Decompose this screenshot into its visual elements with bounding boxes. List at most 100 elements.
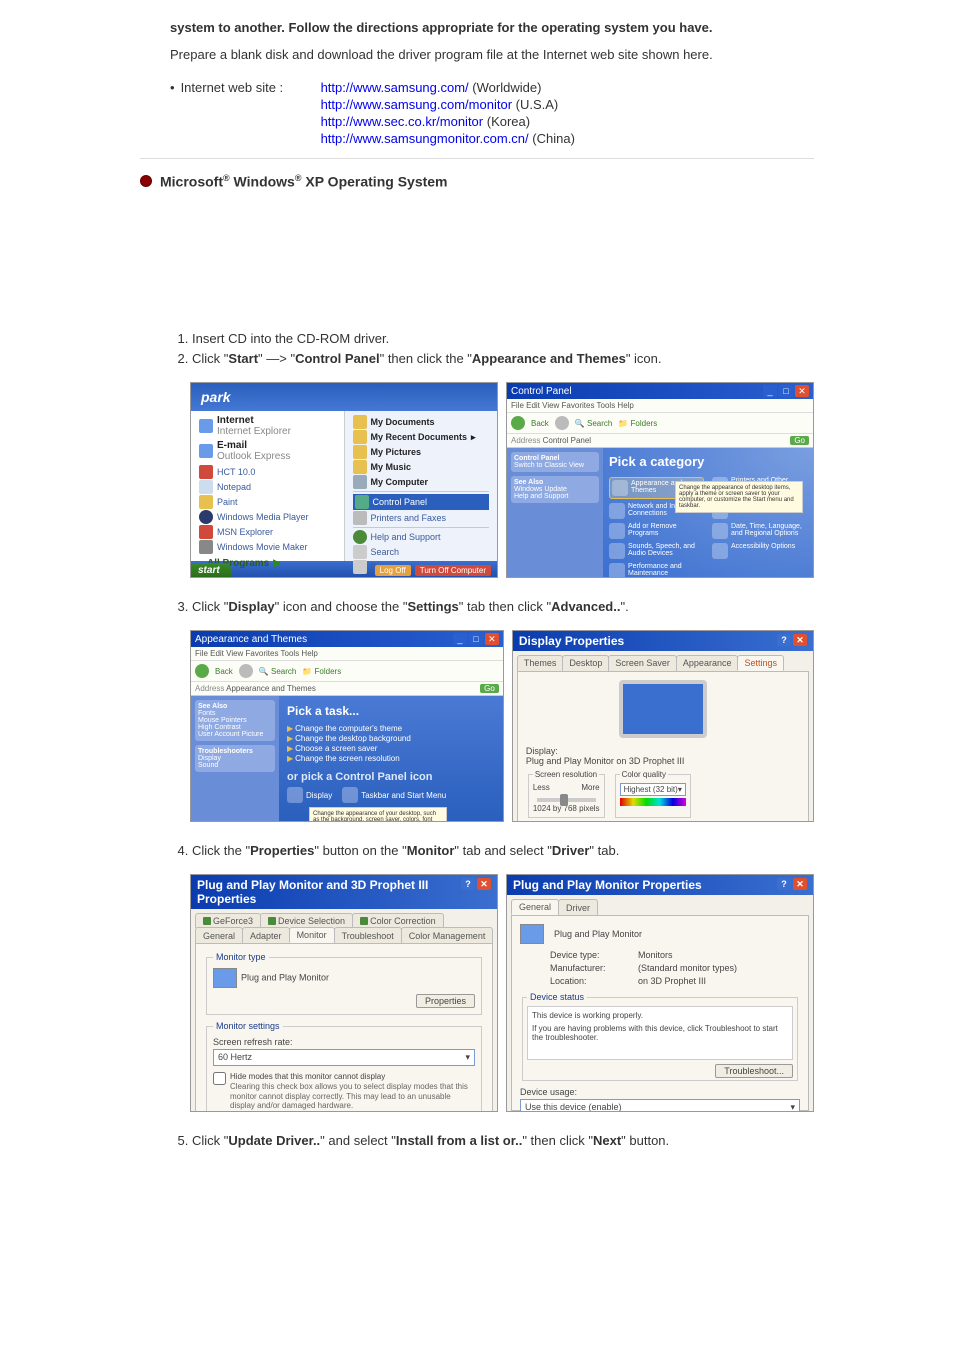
refresh-rate-select[interactable]: 60 Hertz▾ <box>213 1049 475 1066</box>
cat-performance[interactable]: Performance and Maintenance <box>609 563 704 578</box>
task-resolution[interactable]: ▶Change the screen resolution <box>287 754 495 763</box>
tab-settings[interactable]: Settings <box>737 655 784 671</box>
cat-accessibility[interactable]: Accessibility Options <box>712 543 807 559</box>
close-button[interactable]: ✕ <box>477 878 491 890</box>
start-mycomp[interactable]: My Computer <box>353 475 490 489</box>
color-quality-select[interactable]: Highest (32 bit)▾ <box>620 783 686 796</box>
link-samsung-monitor[interactable]: http://www.samsung.com/monitor <box>321 97 512 112</box>
logoff-button[interactable]: Log Off <box>375 565 411 576</box>
help-button[interactable]: ? <box>461 878 475 890</box>
tab-general[interactable]: General <box>195 927 243 943</box>
tab-monitor[interactable]: Monitor <box>289 927 335 943</box>
nvidia-icon <box>203 917 211 925</box>
monitor-type-group: Monitor type Plug and Play Monitor Prope… <box>206 952 482 1015</box>
tab-geforce3[interactable]: GeForce3 <box>195 913 261 928</box>
side-ts-sound[interactable]: Sound <box>198 762 218 769</box>
cp-menubar[interactable]: File Edit View Favorites Tools Help <box>507 399 813 413</box>
start-control-panel[interactable]: Control Panel <box>353 494 490 510</box>
close-button[interactable]: ✕ <box>793 634 807 646</box>
cat-addremove[interactable]: Add or Remove Programs <box>609 523 704 539</box>
start-email[interactable]: E-mailOutlook Express <box>199 440 336 462</box>
side-hs[interactable]: Help and Support <box>514 493 568 500</box>
side-ts-display[interactable]: Display <box>198 755 221 762</box>
tab-themes[interactable]: Themes <box>517 655 564 671</box>
side-userpic[interactable]: User Account Picture <box>198 731 263 738</box>
task-theme[interactable]: ▶Change the computer's theme <box>287 724 495 733</box>
pp1-title: Plug and Play Monitor and 3D Prophet III… <box>197 878 461 906</box>
bullet-icon <box>140 175 152 187</box>
link-samsung[interactable]: http://www.samsung.com/ <box>321 80 469 95</box>
start-button[interactable]: start <box>190 563 232 578</box>
side-mouse[interactable]: Mouse Pointers <box>198 717 247 724</box>
tab-colorcorrection[interactable]: Color Correction <box>352 913 444 928</box>
close-button[interactable]: ✕ <box>793 878 807 890</box>
tab-colormanagement[interactable]: Color Management <box>401 927 494 943</box>
cpicon-display[interactable]: Display <box>287 787 332 803</box>
forward-button[interactable] <box>239 664 253 678</box>
back-button[interactable] <box>195 664 209 678</box>
properties-button[interactable]: Properties <box>416 994 475 1008</box>
start-wmm[interactable]: Windows Movie Maker <box>199 540 336 554</box>
switch-classic[interactable]: Switch to Classic View <box>514 462 584 469</box>
search-button[interactable]: 🔍 Search <box>259 667 297 676</box>
start-printers[interactable]: Printers and Faxes <box>353 511 490 525</box>
addr-value[interactable]: Control Panel <box>543 436 591 445</box>
side-fonts[interactable]: Fonts <box>198 710 216 717</box>
device-usage-select[interactable]: Use this device (enable)▾ <box>520 1099 800 1112</box>
task-background[interactable]: ▶Change the desktop background <box>287 734 495 743</box>
start-search[interactable]: Search <box>353 545 490 559</box>
start-mymusic[interactable]: My Music <box>353 460 490 474</box>
side-contrast[interactable]: High Contrast <box>198 724 241 731</box>
close-button[interactable]: ✕ <box>485 633 499 645</box>
tab-troubleshoot[interactable]: Troubleshoot <box>334 927 402 943</box>
start-mypic[interactable]: My Pictures <box>353 445 490 459</box>
maximize-button[interactable]: □ <box>779 385 793 397</box>
back-label: Back <box>531 419 549 428</box>
step4-screenshots: Plug and Play Monitor and 3D Prophet III… <box>190 874 814 1112</box>
start-notepad[interactable]: Notepad <box>199 480 336 494</box>
back-button[interactable] <box>511 416 525 430</box>
task-screensaver[interactable]: ▶Choose a screen saver <box>287 744 495 753</box>
start-wmp[interactable]: Windows Media Player <box>199 510 336 524</box>
go-button[interactable]: Go <box>790 436 809 445</box>
close-button[interactable]: ✕ <box>795 385 809 397</box>
tab-general[interactable]: General <box>511 899 559 915</box>
minimize-button[interactable]: _ <box>453 633 467 645</box>
search-button[interactable]: 🔍 Search <box>575 419 613 428</box>
step2-screenshots: park InternetInternet Explorer E-mailOut… <box>190 382 814 578</box>
tab-desktop[interactable]: Desktop <box>562 655 609 671</box>
cpicon-taskbar[interactable]: Taskbar and Start Menu <box>342 787 446 803</box>
addr-value[interactable]: Appearance and Themes <box>226 684 316 693</box>
tab-driver[interactable]: Driver <box>558 899 598 915</box>
minimize-button[interactable]: _ <box>763 385 777 397</box>
start-help[interactable]: Help and Support <box>353 530 490 544</box>
start-hct[interactable]: HCT 10.0 <box>199 465 336 479</box>
cat-sounds[interactable]: Sounds, Speech, and Audio Devices <box>609 543 704 559</box>
cat-datetime[interactable]: Date, Time, Language, and Regional Optio… <box>712 523 807 539</box>
folders-button[interactable]: 📁 Folders <box>618 419 657 428</box>
start-paint[interactable]: Paint <box>199 495 336 509</box>
tab-adapter[interactable]: Adapter <box>242 927 290 943</box>
go-button[interactable]: Go <box>480 684 499 693</box>
maximize-button[interactable]: □ <box>469 633 483 645</box>
link-samsungmonitor-cn[interactable]: http://www.samsungmonitor.com.cn/ <box>321 131 529 146</box>
turnoff-button[interactable]: Turn Off Computer <box>415 565 491 576</box>
hide-modes-checkbox[interactable] <box>213 1072 226 1085</box>
link-sec[interactable]: http://www.sec.co.kr/monitor <box>321 114 484 129</box>
troubleshoot-button[interactable]: Troubleshoot... <box>715 1064 793 1078</box>
mf-value: (Standard monitor types) <box>638 963 800 973</box>
start-mydocs[interactable]: My Documents <box>353 415 490 429</box>
start-msn[interactable]: MSN Explorer <box>199 525 336 539</box>
resolution-slider[interactable] <box>537 798 596 802</box>
folders-button[interactable]: 📁 Folders <box>302 667 341 676</box>
start-myrecent[interactable]: My Recent Documents ▸ <box>353 430 490 444</box>
tab-deviceselection[interactable]: Device Selection <box>260 913 353 928</box>
tab-appearance[interactable]: Appearance <box>676 655 739 671</box>
tab-screensaver[interactable]: Screen Saver <box>608 655 677 671</box>
forward-button[interactable] <box>555 416 569 430</box>
start-internet[interactable]: InternetInternet Explorer <box>199 415 336 437</box>
help-button[interactable]: ? <box>777 634 791 646</box>
appt-menubar[interactable]: File Edit View Favorites Tools Help <box>191 647 503 661</box>
help-button[interactable]: ? <box>777 878 791 890</box>
side-wu[interactable]: Windows Update <box>514 486 567 493</box>
